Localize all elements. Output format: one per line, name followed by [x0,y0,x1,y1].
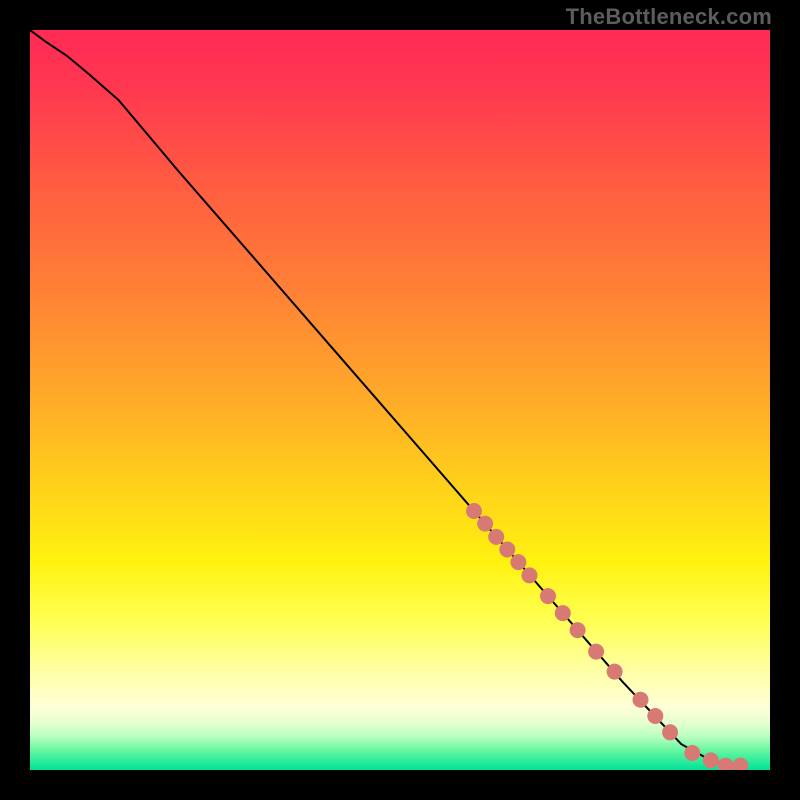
data-dot [703,752,719,768]
watermark-text: TheBottleneck.com [566,4,772,30]
data-dot [488,529,504,545]
data-dot [540,588,556,604]
data-dot [588,644,604,660]
data-dot [633,692,649,708]
data-dot [510,554,526,570]
chart-frame: TheBottleneck.com [0,0,800,800]
gradient-background [30,30,770,770]
data-dot [647,708,663,724]
data-dot [684,745,700,761]
data-dot [607,664,623,680]
data-dot [555,605,571,621]
data-dot [570,622,586,638]
data-dot [466,503,482,519]
plot-svg [30,30,770,770]
plot-area [30,30,770,770]
data-dot [499,542,515,558]
data-dot [522,567,538,583]
data-dot [477,516,493,532]
data-dot [662,724,678,740]
